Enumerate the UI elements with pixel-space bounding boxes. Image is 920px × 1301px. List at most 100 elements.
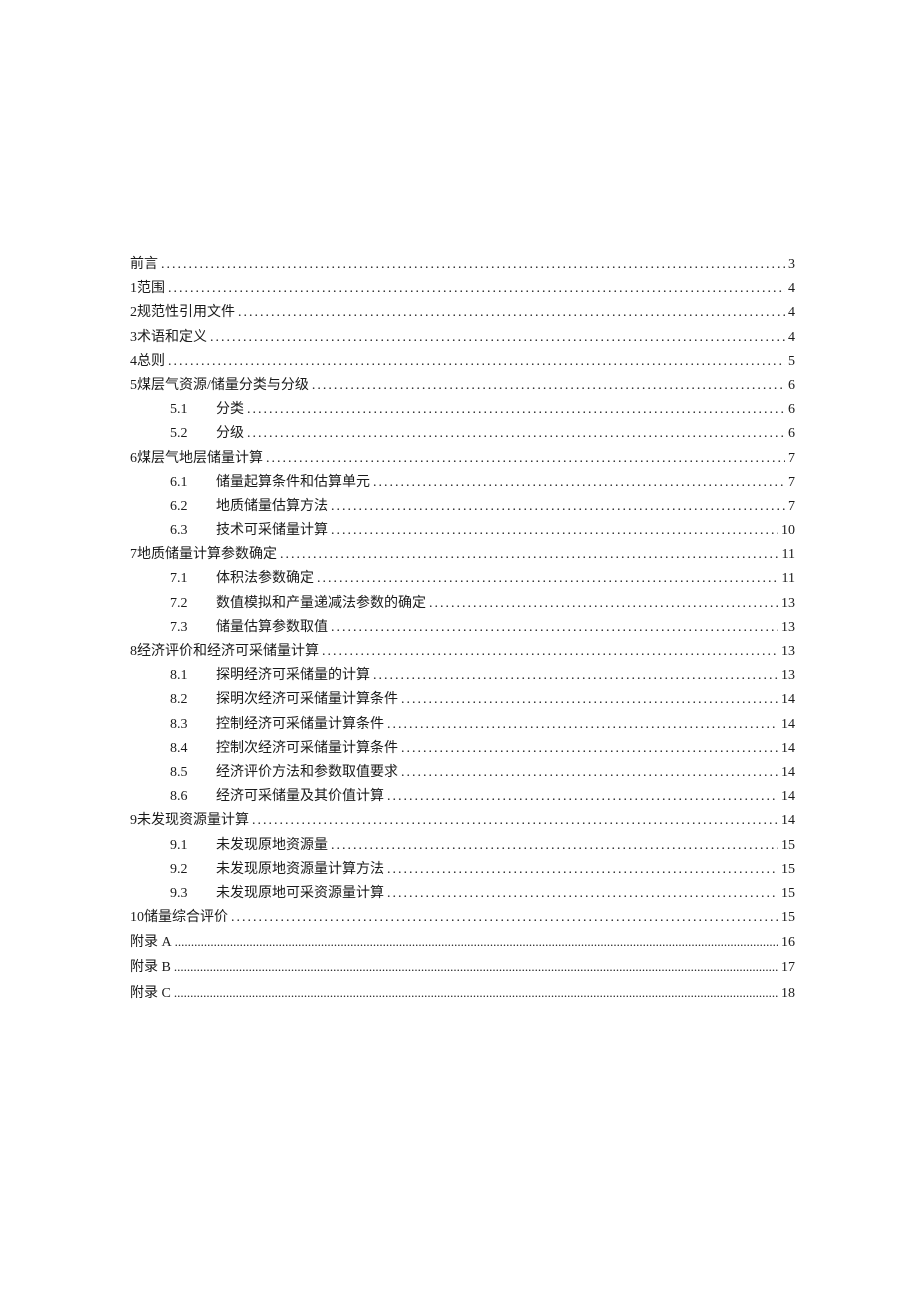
toc-entry-label: 规范性引用文件: [137, 306, 235, 320]
toc-entry[interactable]: 7 地质储量计算参数确定 ...........................…: [130, 548, 795, 562]
toc-entry[interactable]: 附录 C ...................................…: [130, 986, 795, 1001]
toc-leader-dots: ........................................…: [331, 839, 778, 853]
toc-entry[interactable]: 9.2未发现原地资源量计算方法 ........................…: [130, 863, 795, 877]
toc-entry-number: 9.3: [170, 887, 216, 901]
toc-entry[interactable]: 附录 B ...................................…: [130, 960, 795, 975]
toc-leader-dots: ........................................…: [252, 814, 778, 828]
toc-entry[interactable]: 8 经济评价和经济可采储量计算 ........................…: [130, 645, 795, 659]
toc-entry-label: 储量综合评价: [144, 911, 228, 925]
toc-entry-label: 未发现原地资源量: [216, 839, 328, 853]
toc-entry[interactable]: 2 规范性引用文件 ..............................…: [130, 306, 795, 320]
toc-entry[interactable]: 3 术语和定义 ................................…: [130, 331, 795, 345]
toc-entry-number: 6: [130, 452, 137, 466]
toc-entry-page: 6: [788, 379, 795, 393]
toc-entry-number: 6.2: [170, 500, 216, 514]
toc-entry[interactable]: 4 总则 ...................................…: [130, 355, 795, 369]
toc-entry[interactable]: 1 范围 ...................................…: [130, 282, 795, 296]
toc-leader-dots: ........................................…: [331, 621, 778, 635]
toc-entry[interactable]: 7.1体积法参数确定 .............................…: [130, 572, 795, 586]
toc-entry-page: 6: [788, 427, 795, 441]
toc-entry-label: 未发现原地可采资源量计算: [216, 887, 384, 901]
toc-entry-label: 分类: [216, 403, 244, 417]
toc-page: 前言 .....................................…: [0, 0, 920, 1301]
toc-entry-label: 总则: [137, 355, 165, 369]
toc-leader-dots: ........................................…: [373, 476, 785, 490]
toc-entry[interactable]: 前言 .....................................…: [130, 258, 795, 272]
toc-entry[interactable]: 6.2地质储量估算方法 ............................…: [130, 500, 795, 514]
toc-entry-page: 17: [781, 961, 795, 975]
toc-entry-page: 13: [781, 645, 795, 659]
toc-entry-number: 5.2: [170, 427, 216, 441]
toc-entry[interactable]: 附录 A ...................................…: [130, 935, 795, 950]
toc-entry[interactable]: 6 煤层气地层储量计算 ............................…: [130, 452, 795, 466]
toc-entry[interactable]: 6.1储量起算条件和估算单元 .........................…: [130, 476, 795, 490]
toc-leader-dots: ........................................…: [168, 355, 785, 369]
toc-entry-number: 8.1: [170, 669, 216, 683]
toc-entry[interactable]: 7.3储量估算参数取值 ............................…: [130, 621, 795, 635]
toc-leader-dots: ........................................…: [174, 986, 778, 999]
toc-entry-label: 探明经济可采储量的计算: [216, 669, 370, 683]
toc-leader-dots: ........................................…: [238, 306, 785, 320]
toc-leader-dots: ........................................…: [247, 403, 785, 417]
toc-entry-label: 地质储量计算参数确定: [137, 548, 277, 562]
toc-entry[interactable]: 6.3技术可采储量计算 ............................…: [130, 524, 795, 538]
toc-entry[interactable]: 10 储量综合评价 ..............................…: [130, 911, 795, 925]
toc-entry[interactable]: 9.1未发现原地资源量 ............................…: [130, 839, 795, 853]
toc-entry-page: 14: [781, 693, 795, 707]
table-of-contents: 前言 .....................................…: [130, 258, 795, 1001]
toc-entry[interactable]: 5.1分类 ..................................…: [130, 403, 795, 417]
toc-leader-dots: ........................................…: [161, 258, 785, 272]
toc-entry-label: 附录 A: [130, 936, 172, 950]
toc-entry-number: 8.2: [170, 693, 216, 707]
toc-entry-page: 15: [781, 887, 795, 901]
toc-entry-label: 体积法参数确定: [216, 572, 314, 586]
toc-entry-page: 15: [781, 839, 795, 853]
toc-entry-page: 5: [788, 355, 795, 369]
toc-entry[interactable]: 7.2数值模拟和产量递减法参数的确定 .....................…: [130, 597, 795, 611]
toc-entry-label: 技术可采储量计算: [216, 524, 328, 538]
toc-entry-label: 附录 C: [130, 987, 171, 1001]
toc-entry[interactable]: 8.1探明经济可采储量的计算 .........................…: [130, 669, 795, 683]
toc-leader-dots: ........................................…: [387, 790, 778, 804]
toc-entry[interactable]: 9 未发现资源量计算 .............................…: [130, 814, 795, 828]
toc-leader-dots: ........................................…: [331, 500, 785, 514]
toc-entry-number: 7.2: [170, 597, 216, 611]
toc-entry-number: 2: [130, 306, 137, 320]
toc-leader-dots: ........................................…: [231, 911, 778, 925]
toc-entry-number: 8: [130, 645, 137, 659]
toc-entry[interactable]: 8.3控制经济可采储量计算条件 ........................…: [130, 718, 795, 732]
toc-entry-label: 附录 B: [130, 961, 171, 975]
toc-entry-number: 6.3: [170, 524, 216, 538]
toc-entry-number: 5: [130, 379, 137, 393]
toc-entry-number: 5.1: [170, 403, 216, 417]
toc-entry[interactable]: 8.2探明次经济可采储量计算条件 .......................…: [130, 693, 795, 707]
toc-entry[interactable]: 5 煤层气资源/储量分类与分级 ........................…: [130, 379, 795, 393]
toc-entry-page: 7: [788, 476, 795, 490]
toc-entry-label: 控制次经济可采储量计算条件: [216, 742, 398, 756]
toc-leader-dots: ........................................…: [429, 597, 778, 611]
toc-entry-page: 14: [781, 814, 795, 828]
toc-leader-dots: ........................................…: [401, 766, 778, 780]
toc-entry-number: 9.1: [170, 839, 216, 853]
toc-entry[interactable]: 8.5经济评价方法和参数取值要求 .......................…: [130, 766, 795, 780]
toc-leader-dots: ........................................…: [280, 548, 779, 562]
toc-entry-number: 3: [130, 331, 137, 345]
toc-entry[interactable]: 8.4控制次经济可采储量计算条件 .......................…: [130, 742, 795, 756]
toc-entry-number: 8.3: [170, 718, 216, 732]
toc-entry-label: 经济评价方法和参数取值要求: [216, 766, 398, 780]
toc-entry-label: 未发现原地资源量计算方法: [216, 863, 384, 877]
toc-entry-page: 11: [782, 548, 795, 562]
toc-entry-label: 未发现资源量计算: [137, 814, 249, 828]
toc-leader-dots: ........................................…: [387, 718, 778, 732]
toc-entry[interactable]: 8.6经济可采储量及其价值计算 ........................…: [130, 790, 795, 804]
toc-entry-page: 14: [781, 718, 795, 732]
toc-entry-number: 9.2: [170, 863, 216, 877]
toc-entry[interactable]: 9.3未发现原地可采资源量计算 ........................…: [130, 887, 795, 901]
toc-entry[interactable]: 5.2分级 ..................................…: [130, 427, 795, 441]
toc-entry-number: 9: [130, 814, 137, 828]
toc-entry-page: 14: [781, 742, 795, 756]
toc-entry-page: 7: [788, 500, 795, 514]
toc-leader-dots: ........................................…: [322, 645, 778, 659]
toc-entry-page: 13: [781, 669, 795, 683]
toc-entry-label: 经济评价和经济可采储量计算: [137, 645, 319, 659]
